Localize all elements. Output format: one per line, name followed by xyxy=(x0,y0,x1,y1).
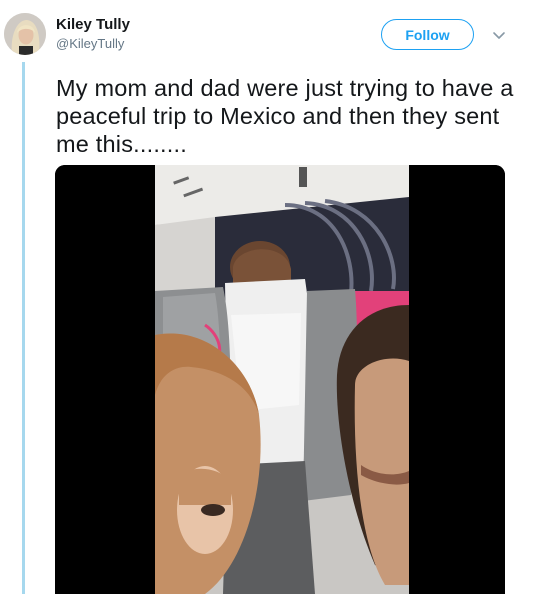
chevron-down-icon[interactable] xyxy=(492,28,506,42)
tweet-text: My mom and dad were just trying to have … xyxy=(56,75,514,157)
follow-button[interactable]: Follow xyxy=(381,19,474,50)
user-handle[interactable]: @KileyTully xyxy=(56,36,124,52)
video-frame xyxy=(55,165,505,594)
tweet-video[interactable] xyxy=(55,165,505,594)
avatar[interactable] xyxy=(4,13,46,55)
profile-photo xyxy=(4,13,46,55)
display-name[interactable]: Kiley Tully xyxy=(56,16,130,34)
thread-connector-line xyxy=(22,62,25,594)
